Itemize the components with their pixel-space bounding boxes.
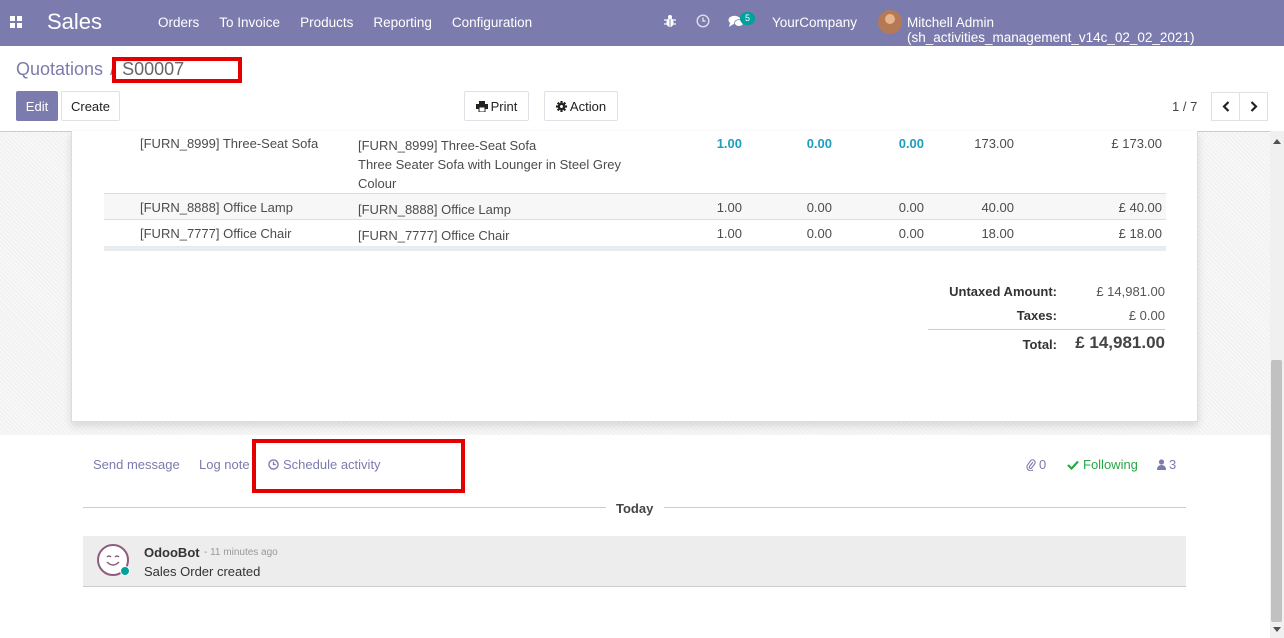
line-subtotal: £ 173.00 bbox=[1111, 136, 1162, 151]
line-unit-price[interactable]: 40.00 bbox=[938, 200, 1014, 215]
line-product[interactable]: [FURN_8999] Three-Seat Sofa bbox=[140, 136, 318, 151]
menu-reporting[interactable]: Reporting bbox=[373, 15, 432, 30]
date-separator-line bbox=[83, 507, 606, 508]
total-value: £ 14,981.00 bbox=[1075, 333, 1165, 352]
message-body: Sales Order created bbox=[144, 564, 261, 579]
form-view: [FURN_8999] Three-Seat Sofa [FURN_8999] … bbox=[0, 131, 1270, 435]
check-icon bbox=[1067, 460, 1079, 470]
total-label: Total: bbox=[1022, 337, 1057, 352]
highlight-box-record bbox=[112, 57, 242, 83]
line-delivered: 0.00 bbox=[806, 226, 832, 241]
attachments-count: 0 bbox=[1039, 457, 1047, 472]
user-avatar[interactable] bbox=[878, 10, 902, 34]
line-invoiced: 0.00 bbox=[898, 226, 924, 241]
taxes-label: Taxes: bbox=[1016, 308, 1057, 323]
followers-button[interactable]: 3 bbox=[1157, 457, 1176, 472]
scrollbar-thumb[interactable] bbox=[1271, 360, 1282, 622]
line-delivered: 0.00 bbox=[806, 136, 832, 151]
untaxed-amount-label: Untaxed Amount: bbox=[949, 284, 1057, 299]
menu-orders[interactable]: Orders bbox=[158, 15, 199, 30]
main-menu: Orders To Invoice Products Reporting Con… bbox=[158, 15, 552, 30]
table-row[interactable]: [FURN_8999] Three-Seat Sofa [FURN_8999] … bbox=[104, 136, 1166, 193]
line-description[interactable]: [FURN_8888] Office Lamp bbox=[358, 200, 658, 219]
create-button[interactable]: Create bbox=[61, 91, 120, 121]
line-delivered: 0.00 bbox=[806, 200, 832, 215]
line-invoiced: 0.00 bbox=[898, 136, 924, 151]
send-message-button[interactable]: Send message bbox=[93, 457, 180, 472]
scroll-down-arrow[interactable] bbox=[1273, 627, 1281, 632]
line-product[interactable]: [FURN_8888] Office Lamp bbox=[140, 200, 293, 215]
paperclip-icon bbox=[1026, 458, 1036, 471]
menu-configuration[interactable]: Configuration bbox=[452, 15, 532, 30]
line-description[interactable]: [FURN_8999] Three-Seat Sofa Three Seater… bbox=[358, 136, 658, 193]
table-row[interactable]: [FURN_8888] Office Lamp [FURN_8888] Offi… bbox=[104, 200, 1166, 220]
menu-products[interactable]: Products bbox=[300, 15, 353, 30]
message-author[interactable]: OdooBot bbox=[144, 545, 200, 560]
totals-divider bbox=[928, 329, 1165, 330]
line-subtotal: £ 40.00 bbox=[1118, 200, 1162, 215]
line-quantity[interactable]: 1.00 bbox=[664, 136, 742, 151]
line-unit-price[interactable]: 18.00 bbox=[938, 226, 1014, 241]
pager-value[interactable]: 1 / 7 bbox=[1172, 99, 1197, 114]
table-row[interactable]: [FURN_7777] Office Chair [FURN_7777] Off… bbox=[104, 226, 1166, 246]
line-description[interactable]: [FURN_7777] Office Chair bbox=[358, 226, 658, 245]
line-product[interactable]: [FURN_7777] Office Chair bbox=[140, 226, 292, 241]
taxes-value: £ 0.00 bbox=[1128, 308, 1165, 323]
following-button[interactable]: Following bbox=[1067, 457, 1138, 472]
line-subtotal: £ 18.00 bbox=[1118, 226, 1162, 241]
line-unit-price[interactable]: 173.00 bbox=[938, 136, 1014, 151]
pager-next-button[interactable] bbox=[1239, 92, 1268, 121]
company-switcher[interactable]: YourCompany bbox=[772, 15, 857, 30]
message: OdooBot - 11 minutes ago Sales Order cre… bbox=[83, 536, 1186, 587]
gear-icon bbox=[555, 100, 567, 112]
edit-button[interactable]: Edit bbox=[16, 91, 58, 121]
bug-icon[interactable] bbox=[664, 14, 676, 28]
following-label: Following bbox=[1083, 457, 1138, 472]
action-label: Action bbox=[569, 98, 607, 114]
action-button[interactable]: Action bbox=[544, 91, 618, 121]
top-navbar: Sales Orders To Invoice Products Reporti… bbox=[0, 0, 1284, 46]
pager-previous-button[interactable] bbox=[1211, 92, 1240, 121]
log-note-button[interactable]: Log note bbox=[199, 457, 250, 472]
date-separator-line bbox=[664, 507, 1186, 508]
table-footer bbox=[104, 246, 1166, 251]
user-icon bbox=[1157, 459, 1166, 470]
user-menu[interactable]: Mitchell Admin (sh_activities_management… bbox=[907, 15, 1284, 45]
printer-icon bbox=[475, 100, 488, 112]
app-name[interactable]: Sales bbox=[47, 9, 102, 35]
line-quantity[interactable]: 1.00 bbox=[664, 226, 742, 241]
online-status-icon bbox=[120, 566, 130, 576]
menu-to-invoice[interactable]: To Invoice bbox=[219, 15, 280, 30]
attachments-button[interactable]: 0 bbox=[1026, 457, 1046, 472]
chevron-left-icon bbox=[1221, 101, 1229, 112]
untaxed-amount-value: £ 14,981.00 bbox=[1096, 284, 1165, 299]
chevron-right-icon bbox=[1250, 101, 1258, 112]
date-separator: Today bbox=[616, 501, 654, 516]
breadcrumb-quotations[interactable]: Quotations bbox=[16, 59, 103, 79]
print-button[interactable]: Print bbox=[464, 91, 529, 121]
row-divider bbox=[104, 219, 1166, 220]
line-invoiced: 0.00 bbox=[898, 200, 924, 215]
apps-menu-icon[interactable] bbox=[10, 16, 22, 28]
message-time: - 11 minutes ago bbox=[204, 547, 278, 558]
print-label: Print bbox=[490, 98, 518, 114]
form-sheet: [FURN_8999] Three-Seat Sofa [FURN_8999] … bbox=[71, 131, 1198, 422]
scroll-up-arrow[interactable] bbox=[1273, 139, 1281, 144]
followers-count: 3 bbox=[1169, 457, 1177, 472]
line-quantity[interactable]: 1.00 bbox=[664, 200, 742, 215]
chat-count-badge: 5 bbox=[740, 12, 756, 25]
activity-clock-icon[interactable] bbox=[696, 14, 710, 28]
highlight-box-schedule-activity bbox=[252, 439, 465, 493]
